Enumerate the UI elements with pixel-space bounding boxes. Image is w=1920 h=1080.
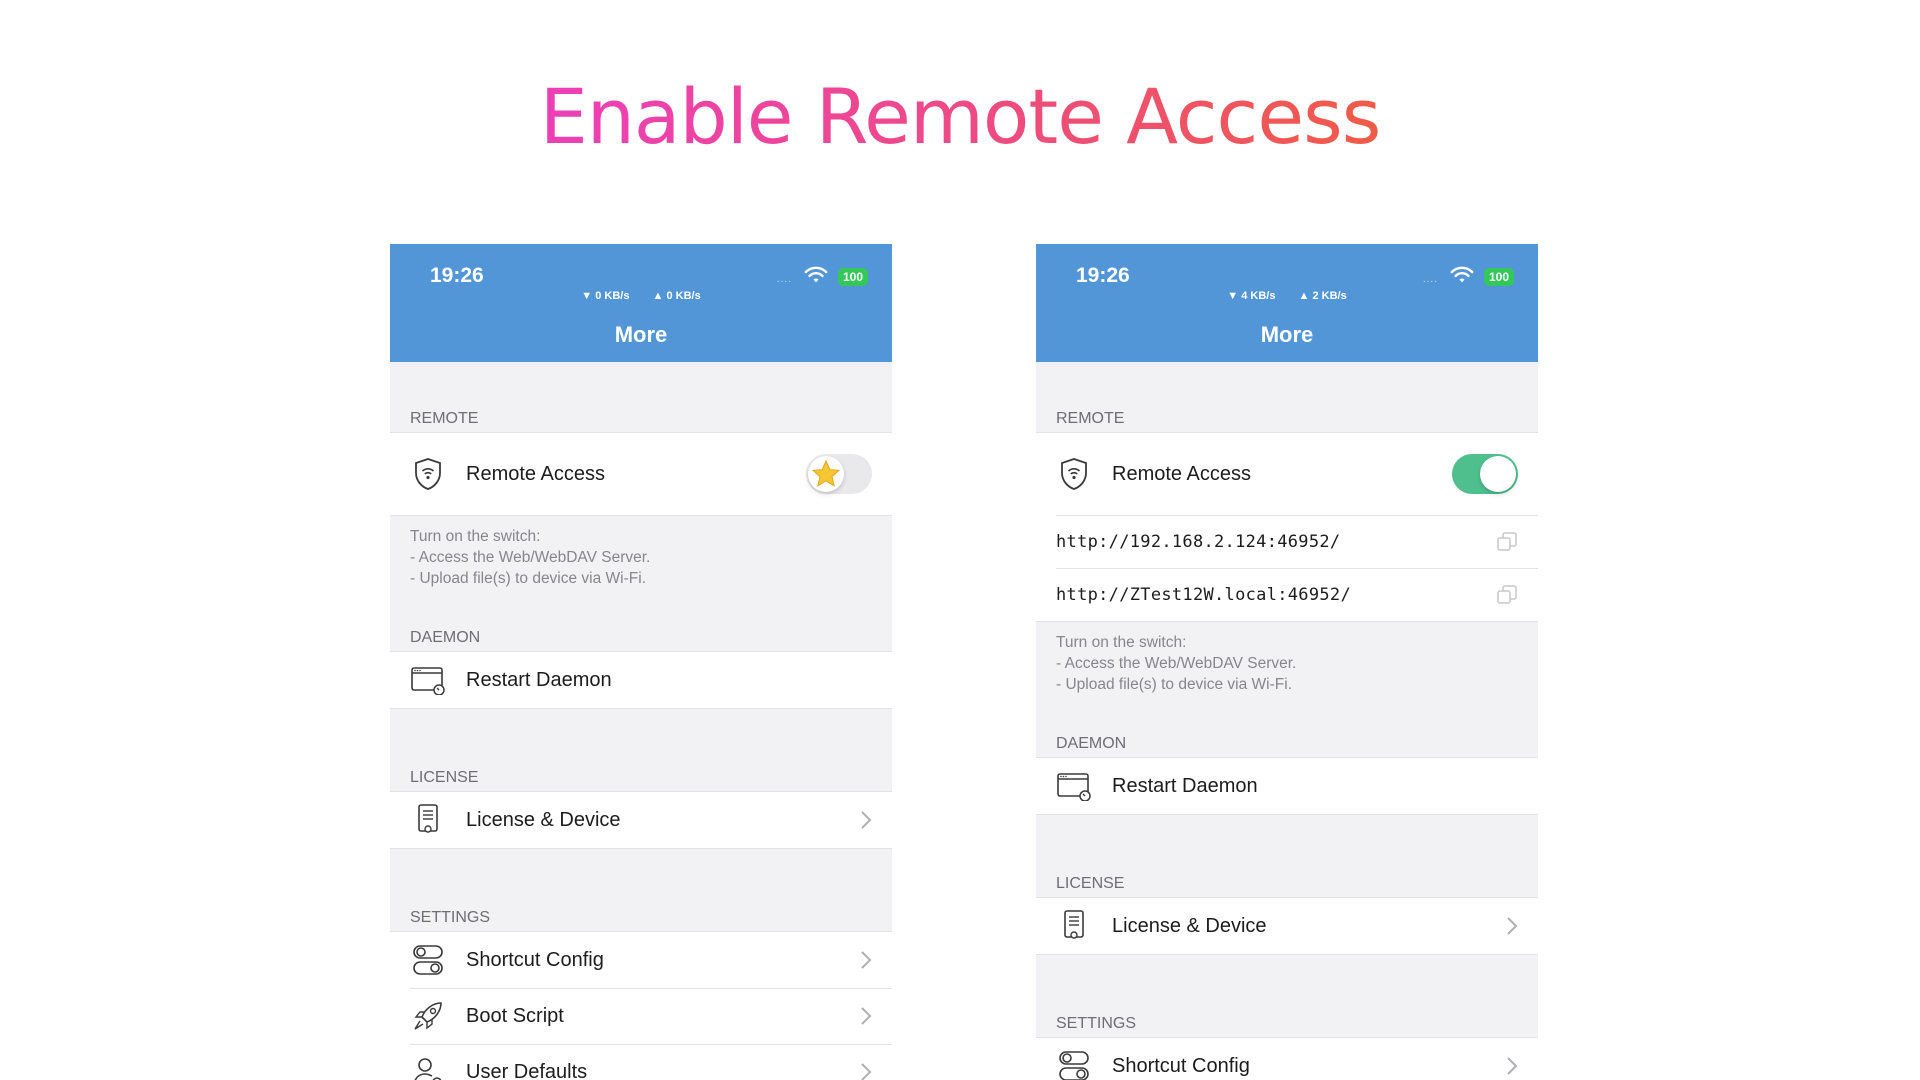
network-speed: ▼ 0 KB/s ▲ 0 KB/s [390,290,892,302]
signal-dots: .... [1422,274,1438,285]
toggles-icon [1056,1048,1092,1080]
boot-script-label: Boot Script [466,1004,564,1027]
signal-dots: .... [776,274,792,285]
certificate-icon [410,802,446,838]
window-restart-icon [1056,768,1092,804]
battery-indicator: 100 [837,268,868,286]
copy-icon[interactable] [1496,584,1518,606]
section-header-remote: REMOTE [1056,410,1125,427]
section-header-license: LICENSE [410,769,479,786]
restart-daemon-label: Restart Daemon [466,668,612,691]
section-header-settings: SETTINGS [1056,1015,1137,1032]
star-icon [811,459,841,487]
remote-footer-note: Turn on the switch: - Access the Web/Web… [1056,634,1297,693]
url-row[interactable]: http://192.168.2.124:46952/ [1036,515,1538,568]
license-device-row[interactable]: License & Device [1036,898,1538,954]
section-header-license: LICENSE [1056,875,1125,892]
navigation-bar: 19:26 ▼ 4 KB/s ▲ 2 KB/s .... 100 More [1036,244,1538,362]
page-title: Enable Remote Access [539,72,1382,161]
section-header-settings: SETTINGS [410,909,491,926]
shortcut-config-label: Shortcut Config [466,948,604,971]
restart-daemon-row[interactable]: Restart Daemon [1036,758,1538,814]
shortcut-config-row[interactable]: Shortcut Config [390,932,892,988]
license-group: License & Device [1036,897,1538,955]
phone-screen-on: 19:26 ▼ 4 KB/s ▲ 2 KB/s .... 100 More RE… [1036,244,1538,1080]
section-header-daemon: DAEMON [1056,735,1127,752]
url-ip: http://192.168.2.124:46952/ [1056,531,1341,552]
chevron-right-icon [861,811,872,829]
remote-group: Remote Access [390,432,892,516]
license-group: License & Device [390,791,892,849]
remote-group: Remote Access http://192.168.2.124:46952… [1036,432,1538,622]
url-row[interactable]: http://ZTest12W.local:46952/ [1036,568,1538,621]
navigation-bar: 19:26 ▼ 0 KB/s ▲ 0 KB/s .... 100 More [390,244,892,362]
toggle-knob [1480,456,1516,492]
toggle-knob [808,456,844,492]
remote-footer-note: Turn on the switch: - Access the Web/Web… [410,528,651,587]
rocket-icon [410,998,446,1034]
license-device-row[interactable]: License & Device [390,792,892,848]
network-speed: ▼ 4 KB/s ▲ 2 KB/s [1036,290,1538,302]
status-time: 19:26 [1076,264,1130,287]
wifi-icon [1450,266,1474,283]
chevron-right-icon [861,951,872,969]
remote-access-row: Remote Access [1036,433,1538,515]
phone-screen-off: 19:26 ▼ 0 KB/s ▲ 0 KB/s .... 100 More RE… [390,244,892,1080]
daemon-group: Restart Daemon [390,651,892,709]
user-defaults-row[interactable]: User Defaults [390,1044,892,1080]
window-restart-icon [410,662,446,698]
section-header-daemon: DAEMON [410,629,481,646]
remote-access-row: Remote Access [390,433,892,515]
chevron-right-icon [1507,917,1518,935]
download-speed: ▼ 4 KB/s [1227,290,1276,302]
chevron-right-icon [1507,1057,1518,1075]
user-defaults-label: User Defaults [466,1060,588,1080]
remote-access-label: Remote Access [1112,462,1251,485]
license-device-label: License & Device [466,808,621,831]
remote-access-label: Remote Access [466,462,605,485]
user-gear-icon [410,1054,446,1080]
chevron-right-icon [861,1063,872,1080]
shortcut-config-row[interactable]: Shortcut Config [1036,1038,1538,1080]
restart-daemon-label: Restart Daemon [1112,774,1258,797]
toggles-icon [410,942,446,978]
settings-group: Shortcut Config Boot Script User Default… [390,931,892,1080]
shortcut-config-label: Shortcut Config [1112,1054,1250,1077]
shield-wifi-icon [1056,456,1092,492]
nav-title: More [1260,322,1314,347]
settings-group: Shortcut Config [1036,1037,1538,1080]
upload-speed: ▲ 2 KB/s [1298,290,1347,302]
certificate-icon [1056,908,1092,944]
wifi-icon [804,266,828,283]
copy-icon[interactable] [1496,531,1518,553]
restart-daemon-row[interactable]: Restart Daemon [390,652,892,708]
status-time: 19:26 [430,264,484,287]
boot-script-row[interactable]: Boot Script [390,988,892,1044]
shield-wifi-icon [410,456,446,492]
nav-title: More [614,322,668,347]
battery-indicator: 100 [1483,268,1514,286]
remote-access-toggle[interactable] [806,454,872,494]
section-header-remote: REMOTE [410,410,479,427]
download-speed: ▼ 0 KB/s [581,290,630,302]
chevron-right-icon [861,1007,872,1025]
license-device-label: License & Device [1112,914,1267,937]
daemon-group: Restart Daemon [1036,757,1538,815]
upload-speed: ▲ 0 KB/s [652,290,701,302]
remote-access-toggle[interactable] [1452,454,1518,494]
url-hostname: http://ZTest12W.local:46952/ [1056,584,1351,605]
